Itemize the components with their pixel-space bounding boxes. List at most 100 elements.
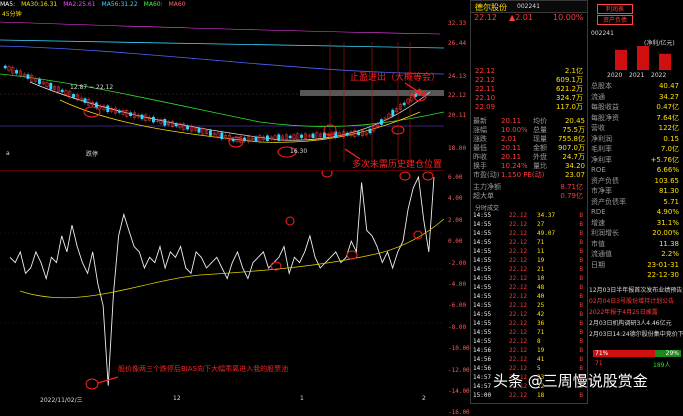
kline-chart[interactable] (0, 12, 444, 170)
stat-row: 市盈(动) 1.150 PE(动) 23.07 (473, 171, 585, 179)
bias-axis-tick: -16.00 (448, 409, 470, 416)
fund-row: 总股本 40.47 (591, 82, 679, 90)
fund-flow: 主力净额 8.71亿 超大单 0.79亿 (471, 183, 587, 205)
low-price-marker: 16.30 (290, 148, 308, 155)
bias-circles (85, 171, 434, 390)
quote-panel[interactable]: 德尔股份 002241 22.12 ▲2.01 10.00% 22.12 2.1亿… (470, 0, 588, 404)
bias-axis-tick: 4.00 (448, 195, 463, 203)
bias-axis-tick: 6.00 (448, 174, 463, 181)
pct-change: 10.00% (553, 13, 584, 22)
news-item[interactable]: 02月04日3号股份增持计划公告 (589, 297, 683, 306)
fund-row: 流通 34.27 (591, 92, 679, 101)
order-row: 22.12 2.1亿 (471, 67, 587, 76)
tick-row: 14:55 22.12 71 B (473, 329, 583, 336)
tick-row: 15:00 22.12 18 B (473, 392, 583, 399)
tick-row: 14:55 22.12 40 B (473, 293, 583, 300)
bias-line (9, 175, 435, 386)
order-volume: 117.0万 (555, 103, 583, 111)
tick-row: 14:55 22.12 48 B (473, 284, 583, 291)
bias-axis-tick: 2.00 (448, 216, 463, 224)
tick-row: 14:56 22.12 41 B (473, 356, 583, 363)
tick-row: 14:55 22.12 34.37 B (473, 212, 583, 219)
tick-row: 14:55 22.12 49.07 B (473, 230, 583, 237)
profit-bar (615, 49, 627, 70)
price-axis: 32.33 26.44 24.13 22.12 20.11 18.00 (448, 20, 467, 152)
fund-row: ROE 6.66% (591, 166, 679, 174)
order-price: 22.12 (475, 67, 496, 75)
watermark: 头条 @三周慢说股赏金 (493, 372, 648, 390)
order-price: 22.12 (475, 76, 496, 84)
tab-profit[interactable]: 利润表 (597, 4, 633, 14)
fund-row: 每股收益 0.47亿 (591, 103, 679, 111)
tab-balance[interactable]: 资产负债 (597, 15, 633, 25)
sentiment-green-count: 189人 (653, 362, 671, 369)
ma-legend-item: MA56:31.22 (101, 1, 138, 8)
bias-axis-tick: -10.00 (448, 345, 470, 353)
fund-rows: 总股本 40.47 流通 34.27 每股收益 0.47亿 每股净资 7.64亿 营收 122亿净… (589, 82, 683, 282)
order-row: 22.09 117.0万 (471, 103, 587, 112)
fund-row: 流通值 2.2% (591, 250, 679, 258)
fund-row: 市净率 81.30 (591, 187, 679, 195)
news-item[interactable]: 2022年报于4月25日披露 (589, 308, 683, 317)
stat-row: 昨收 20.11 外盘 24.7万 (473, 153, 585, 161)
news-list[interactable]: 12月03日半年报首次发布业绩预告大幅下降 02月04日3号股份增持计划公告 202… (589, 286, 683, 346)
bias-axis-tick: -14.00 (448, 388, 470, 395)
last-price: 22.12 (474, 13, 497, 22)
year-label: 2021 (629, 72, 645, 79)
bias-chart[interactable] (0, 171, 444, 396)
fund-row: 资产负债率 5.71 (591, 197, 679, 206)
fund-row: 净利率 +5.76亿 (591, 155, 679, 164)
stop-profit-annotation: 止盈进出（大概等会） (350, 73, 441, 83)
bias-axis-tick: -2.00 (448, 259, 467, 267)
stat-row: 最低 20.11 金额 907.0万 (473, 144, 585, 152)
bias-axis-tick: -6.00 (448, 302, 467, 310)
stat-row: 涨幅 10.00% 总量 75.5万 (473, 126, 585, 134)
bias-axis: 6.00 4.00 2.00 0.00 -2.00 -4.00 -6.00 -8.00 -10.… (448, 171, 470, 416)
tick-row: 14:55 22.12 27 B (473, 221, 583, 228)
order-volume: 609.1万 (555, 76, 583, 84)
fund-row: 资产负债 103.65 (591, 176, 679, 185)
news-item[interactable]: 2月03日14:24德尔股份集中竞价下 (589, 330, 683, 339)
fund-row: 净利润 0.15 (591, 134, 679, 143)
x-tick-12: 12 (173, 395, 181, 402)
x-tick-1: 1 (300, 395, 304, 402)
fundamentals-panel[interactable]: 利润表 资产负债 002241 (净利/亿元) 2020 2021 2022 总股本… (589, 0, 683, 404)
stock-name[interactable]: 德尔股份 (475, 2, 507, 13)
ma-legend-item: MA60: (143, 1, 163, 8)
order-book: 22.12 2.1亿 22.12 609.1万 22.11 621.2万 22.10 324.… (471, 67, 587, 115)
stats-table: 最新 20.11 均价 20.45 涨幅 10.00% 总量 75.5万 涨跌 2.01 现量 755… (471, 117, 587, 181)
stat-row: 涨跌 2.01 现量 755.8亿 (473, 135, 585, 143)
year-label: 2020 (607, 72, 623, 79)
fund-row: 营收 122亿 (591, 124, 679, 132)
tick-row: 14:55 22.12 10 B (473, 275, 583, 282)
order-price: 22.09 (475, 103, 496, 111)
kline-panel[interactable]: MA5: MA30:16.31 MA2:25.61 MA56:31.22 MA60: MA… (0, 0, 466, 171)
news-item[interactable]: 2月03日机构调研3人4.46亿元 (589, 319, 683, 328)
flow-row: 主力净额 8.71亿 (473, 183, 583, 191)
profit-bar (637, 46, 649, 70)
tick-row: 14:55 22.12 8 B (473, 338, 583, 345)
bias-panel[interactable]: 股价像两三个跌停后BIAS向下大幅乖离进入我的股票池 2022/11/02/三 … (0, 171, 470, 416)
news-item[interactable]: 12月03日半年报首次发布业绩预告大幅下降 (589, 286, 683, 295)
tick-row: 14:55 22.12 36 B (473, 320, 583, 327)
signal-markers (329, 42, 411, 162)
fund-code: 002241 (591, 30, 614, 37)
fund-row: RDE 4.90% (591, 208, 679, 216)
tick-row: 14:55 22.12 21 B (473, 266, 583, 273)
ma-legend-item: MA30:16.31 (21, 1, 58, 8)
fund-row: 22-12-30 (647, 271, 679, 279)
order-volume: 621.2万 (555, 85, 583, 93)
price-change: ▲2.01 (509, 13, 533, 22)
stat-row: 换手 10.24% 量比 34.20 (473, 162, 585, 170)
start-label-a: a (6, 150, 10, 157)
order-volume: 2.1亿 (564, 67, 583, 75)
bias-ma-line (19, 218, 444, 299)
profit-bar (659, 53, 671, 70)
sentiment-red-label: 71% (595, 350, 609, 357)
fund-row: 日期 23-01-31 (591, 260, 679, 269)
build-position-annotation: 多次未需历史建仓位置 (352, 160, 443, 170)
tick-row: 14:55 22.12 11 B (473, 248, 583, 255)
bias-axis-tick: -4.00 (448, 281, 467, 288)
flow-row: 超大单 0.79亿 (473, 192, 583, 200)
fund-row: 利润增长 20.00% (591, 229, 679, 237)
